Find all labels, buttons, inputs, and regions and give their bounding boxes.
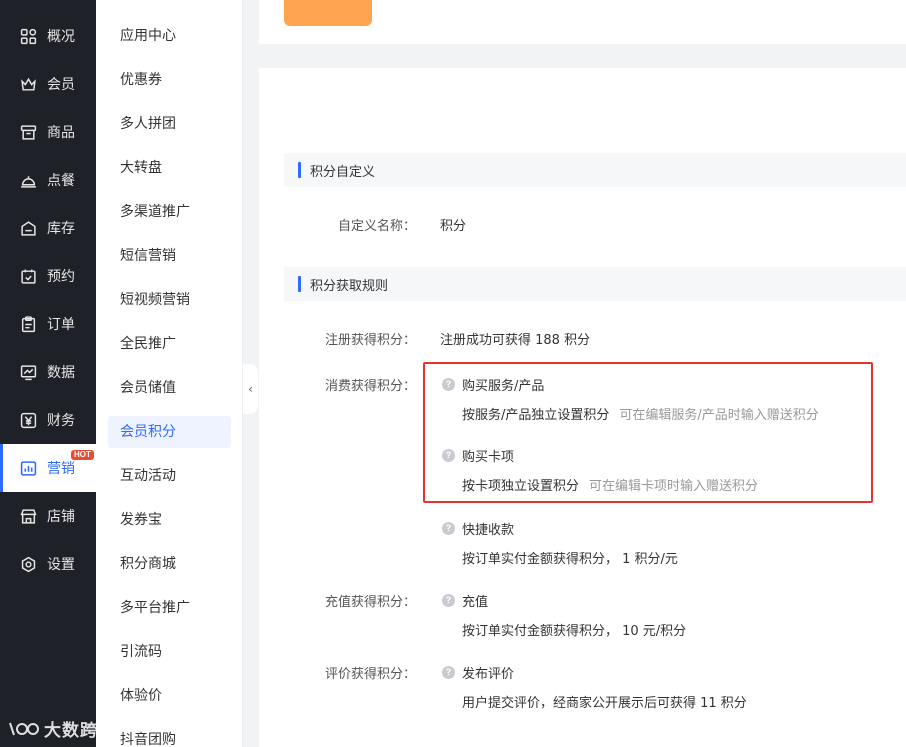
submenu-item[interactable]: 发券宝 [108, 504, 231, 536]
nav-label: 商品 [47, 125, 75, 141]
nav-item-shop[interactable]: 店铺 [0, 492, 96, 540]
store-box-icon [20, 124, 37, 141]
nav-label: 数据 [47, 365, 75, 381]
chevron-left-icon: ‹ [248, 382, 253, 396]
nav-item-goods[interactable]: 商品 [0, 108, 96, 156]
rule-title: 充值 [462, 595, 489, 610]
submenu-item[interactable]: 体验价 [108, 680, 231, 712]
nav-label: 预约 [47, 269, 75, 285]
watermark-logo-icon [9, 722, 39, 735]
section-title: 积分获取规则 [310, 278, 389, 294]
marketing-icon [20, 460, 37, 477]
nav-item-settings[interactable]: 设置 [0, 540, 96, 588]
nav-item-finance[interactable]: 财务 [0, 396, 96, 444]
submenu-item[interactable]: 优惠券 [108, 64, 231, 96]
nav-label: 库存 [47, 221, 75, 237]
calendar-check-icon [20, 268, 37, 285]
submenu-item[interactable]: 全民推广 [108, 328, 231, 360]
marketing-submenu: 应用中心 优惠券 多人拼团 大转盘 多渠道推广 短信营销 短视频营销 全民推广 … [96, 0, 243, 747]
nav-label: 会员 [47, 77, 75, 93]
nav-item-dining[interactable]: 点餐 [0, 156, 96, 204]
submenu-item[interactable]: 积分商城 [108, 548, 231, 580]
nav-item-booking[interactable]: 预约 [0, 252, 96, 300]
crown-icon [20, 76, 37, 93]
clipboard-icon [20, 315, 37, 333]
submenu-item[interactable]: 多人拼团 [108, 108, 231, 140]
grid-icon [20, 28, 37, 45]
rule-title: 发布评价 [462, 667, 515, 682]
submenu-item[interactable]: 引流码 [108, 636, 231, 668]
submenu-item[interactable]: 应用中心 [108, 20, 231, 52]
nav-item-data[interactable]: 数据 [0, 348, 96, 396]
submenu-item[interactable]: 多渠道推广 [108, 196, 231, 228]
submenu-item[interactable]: 抖音团购 [108, 724, 231, 747]
nav-label: 点餐 [47, 173, 75, 189]
nav-item-marketing[interactable]: 营销 HOT [0, 444, 96, 492]
warehouse-icon [20, 220, 37, 237]
nav-item-orders[interactable]: 订单 [0, 300, 96, 348]
nav-item-overview[interactable]: 概况 [0, 12, 96, 60]
rule-desc: 用户提交评价，经商家公开展示后可获得 11 积分 [462, 696, 747, 711]
nav-label: 营销 [47, 461, 75, 477]
watermark: 大数跨境 [8, 716, 116, 741]
highlight-box [423, 362, 873, 503]
consume-points-label: 消费获得积分： [324, 379, 416, 394]
section-header-custom: 积分自定义 [284, 153, 906, 187]
custom-name-label: 自定义名称： [337, 219, 416, 234]
rule-quick-pay: ? 快捷收款 按订单实付金额获得积分， 1 积分/元 [442, 519, 678, 567]
nav-label: 订单 [47, 317, 75, 333]
section-title: 积分自定义 [310, 164, 376, 180]
section-header-rules: 积分获取规则 [284, 267, 906, 301]
nav-label: 店铺 [47, 509, 75, 525]
help-icon[interactable]: ? [442, 666, 455, 679]
review-points-label: 评价获得积分： [324, 667, 416, 682]
help-icon[interactable]: ? [442, 594, 455, 607]
yen-icon [20, 412, 37, 429]
register-points-value: 注册成功可获得 188 积分 [440, 333, 591, 348]
nav-label: 概况 [47, 29, 75, 45]
register-points-label: 注册获得积分： [324, 333, 416, 348]
settings-icon [20, 556, 37, 573]
rule-desc: 按订单实付金额获得积分， 10 元/积分 [462, 624, 687, 639]
rule-desc: 按订单实付金额获得积分， 1 积分/元 [462, 552, 678, 567]
nav-label: 设置 [47, 557, 75, 573]
shop-icon [20, 508, 37, 525]
submenu-item[interactable]: 会员储值 [108, 372, 231, 404]
submenu-item[interactable]: 短视频营销 [108, 284, 231, 316]
hot-badge: HOT [71, 450, 94, 460]
nav-item-member[interactable]: 会员 [0, 60, 96, 108]
submenu-item[interactable]: 短信营销 [108, 240, 231, 272]
rule-recharge: ? 充值 按订单实付金额获得积分， 10 元/积分 [442, 591, 686, 639]
nav-label: 财务 [47, 413, 75, 429]
submenu-item[interactable]: 大转盘 [108, 152, 231, 184]
nav-item-inventory[interactable]: 库存 [0, 204, 96, 252]
rule-review: ? 发布评价 用户提交评价，经商家公开展示后可获得 11 积分 [442, 663, 747, 711]
collapse-submenu-button[interactable]: ‹ [243, 364, 258, 414]
cloche-icon [20, 172, 37, 189]
recharge-points-label: 充值获得积分： [324, 595, 416, 610]
submenu-item[interactable]: 多平台推广 [108, 592, 231, 624]
watermark-text: 大数跨境 [44, 721, 116, 741]
submenu-item[interactable]: 互动活动 [108, 460, 231, 492]
submenu-item-member-points[interactable]: 会员积分 [108, 416, 231, 448]
rule-title: 快捷收款 [462, 523, 515, 538]
chart-monitor-icon [20, 364, 37, 381]
orange-tile [284, 0, 372, 26]
custom-name-value: 积分 [440, 219, 467, 234]
help-icon[interactable]: ? [442, 522, 455, 535]
main-nav: 概况 会员 商品 点餐 库存 预约 订单 数据 财务 营销 HOT 店铺 设置 [0, 0, 96, 747]
